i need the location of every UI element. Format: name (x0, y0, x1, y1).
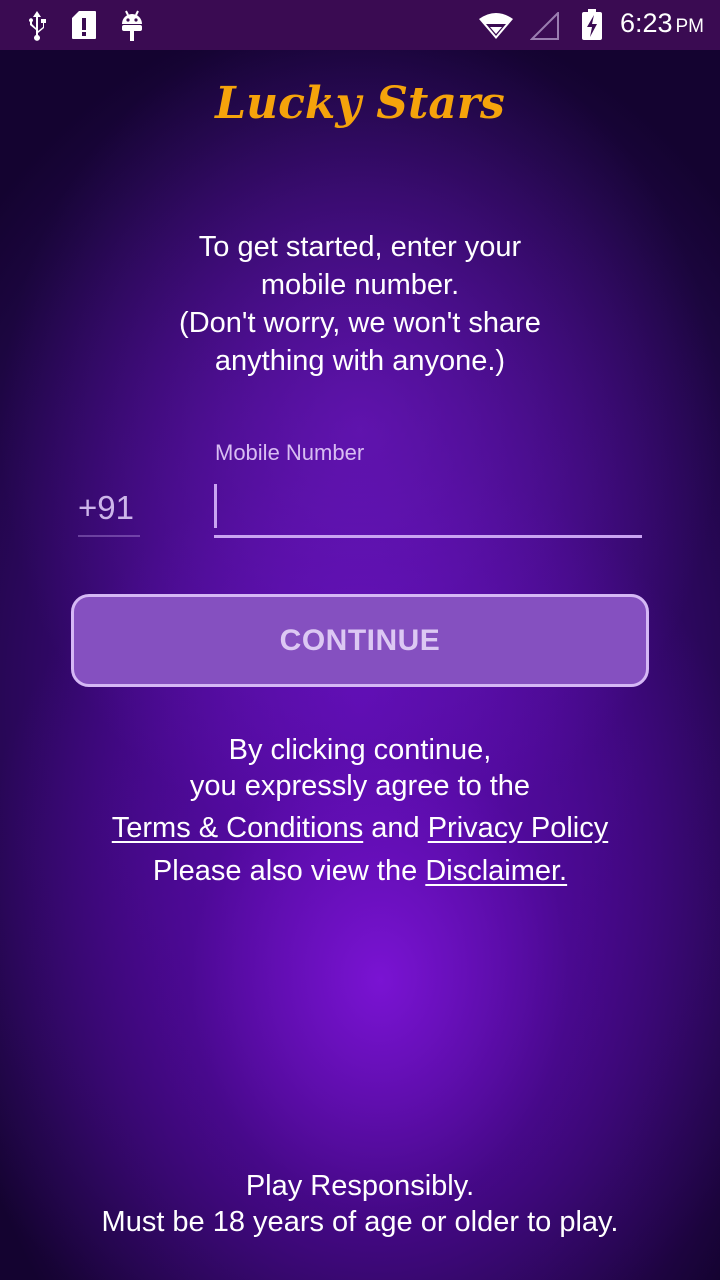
country-code-prefix[interactable]: +91 (78, 489, 140, 537)
footer-line-2: Must be 18 years of age or older to play… (101, 1206, 619, 1238)
privacy-policy-link[interactable]: Privacy Policy (428, 812, 609, 844)
terms-conditions-link[interactable]: Terms & Conditions (112, 812, 363, 844)
intro-line-2: mobile number. (260, 269, 460, 301)
footer-line-1: Play Responsibly. (245, 1170, 475, 1202)
terms-line-4: Please also view the Disclaimer. (40, 853, 680, 889)
app-logo: Lucky Stars (215, 78, 505, 129)
mobile-number-input[interactable] (214, 480, 642, 538)
terms-line-2: you expressly agree to the (189, 770, 531, 802)
app-screen: 6:23 PM Lucky Stars To get started, enter… (0, 0, 720, 1280)
terms-line-1: By clicking continue, (228, 734, 492, 766)
terms-and-text: and (371, 812, 420, 844)
intro-text: To get started, enter your mobile number… (60, 228, 660, 380)
intro-line-3: (Don't worry, we won't share (179, 307, 541, 339)
status-time-ampm: PM (675, 16, 705, 37)
mobile-number-label: Mobile Number (215, 440, 365, 465)
usb-icon (26, 10, 48, 47)
continue-button[interactable]: CONTINUE (71, 594, 649, 687)
status-bar: 6:23 PM (0, 0, 720, 50)
wifi-icon (478, 12, 514, 45)
responsible-play-footer: Play Responsibly. Must be 18 years of ag… (40, 1168, 680, 1240)
intro-line-1: To get started, enter your (198, 231, 522, 263)
text-caret (214, 484, 217, 528)
disclaimer-link[interactable]: Disclaimer. (425, 855, 567, 887)
signal-icon (529, 10, 560, 45)
android-debug-icon (120, 10, 144, 47)
intro-line-4: anything with anyone.) (214, 345, 506, 377)
terms-notice: By clicking continue, you expressly agre… (40, 732, 680, 889)
sd-card-alert-icon (71, 10, 97, 45)
terms-line-3: Terms & Conditions and Privacy Policy (40, 810, 680, 846)
status-time-value: 6:23 (619, 8, 673, 38)
also-view-text: Please also view the (152, 855, 418, 887)
status-time: 6:23 PM (620, 8, 704, 39)
battery-charging-icon (581, 9, 603, 46)
